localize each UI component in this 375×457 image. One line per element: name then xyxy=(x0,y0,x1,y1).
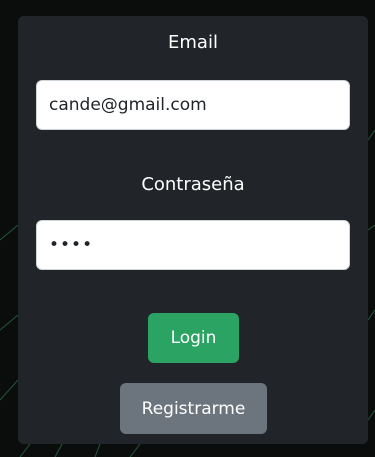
email-label: Email xyxy=(168,32,218,53)
login-card: Email Contraseña Login Registrarme xyxy=(18,16,368,444)
register-button[interactable]: Registrarme xyxy=(120,383,267,434)
login-button[interactable]: Login xyxy=(148,313,239,363)
password-field[interactable] xyxy=(36,220,350,270)
email-field[interactable] xyxy=(36,80,350,130)
password-label: Contraseña xyxy=(141,174,245,195)
